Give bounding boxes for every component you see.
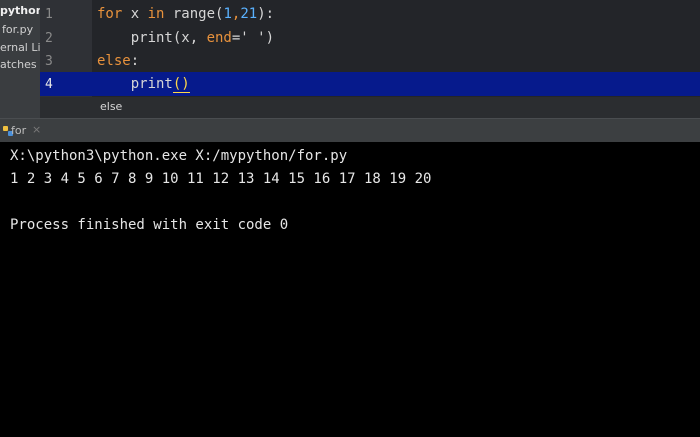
console-line-exit: Process finished with exit code 0 xyxy=(10,217,289,233)
number-literal: 21 xyxy=(240,6,258,22)
variable-x: x xyxy=(122,6,148,22)
line-number: 2 xyxy=(45,31,53,46)
matched-brackets: () xyxy=(172,76,190,93)
code-line-4[interactable]: print() xyxy=(97,73,190,96)
project-sidebar: python for.py ernal Lib atches a xyxy=(0,0,40,118)
number-literal: 1 xyxy=(223,6,232,22)
scratches-item[interactable]: atches a xyxy=(0,58,40,71)
keyword-in: in xyxy=(147,6,165,22)
keyword-arg-end: end xyxy=(206,30,232,46)
print-call: print xyxy=(130,76,173,92)
code-line-1[interactable]: for x in range(1,21): xyxy=(97,3,274,26)
project-root-item[interactable]: python xyxy=(0,4,40,17)
breadcrumb-item[interactable]: else xyxy=(100,100,122,113)
console-line-output: 1 2 3 4 5 6 7 8 9 10 11 12 13 14 15 16 1… xyxy=(10,171,432,187)
print-call: print(x, xyxy=(130,30,207,46)
code-line-2[interactable]: print(x, end=' ') xyxy=(97,27,274,50)
keyword-else: else xyxy=(97,53,131,69)
run-console[interactable]: X:\python3\python.exe X:/mypython/for.py… xyxy=(0,142,700,437)
console-line-command: X:\python3\python.exe X:/mypython/for.py xyxy=(10,148,348,164)
project-file-item[interactable]: for.py xyxy=(2,23,33,36)
range-call: range( xyxy=(164,6,224,22)
string-literal: =' ') xyxy=(231,30,275,46)
breadcrumb: else xyxy=(40,97,700,118)
call-end: ): xyxy=(257,6,275,22)
run-tool-tabbar: for × xyxy=(0,118,700,143)
line-number: 3 xyxy=(45,54,53,69)
code-editor[interactable]: for x in range(1,21): print(x, end=' ') … xyxy=(92,0,700,97)
close-icon[interactable]: × xyxy=(32,123,41,136)
colon: : xyxy=(130,53,140,69)
run-tab-label: for xyxy=(11,124,27,137)
line-number: 1 xyxy=(45,7,53,22)
code-line-3[interactable]: else: xyxy=(97,50,139,73)
keyword-for: for xyxy=(97,6,123,22)
line-number-current: 4 xyxy=(45,77,53,92)
external-libraries-item[interactable]: ernal Lib xyxy=(0,41,40,54)
run-tab-for[interactable]: for × xyxy=(0,119,44,143)
